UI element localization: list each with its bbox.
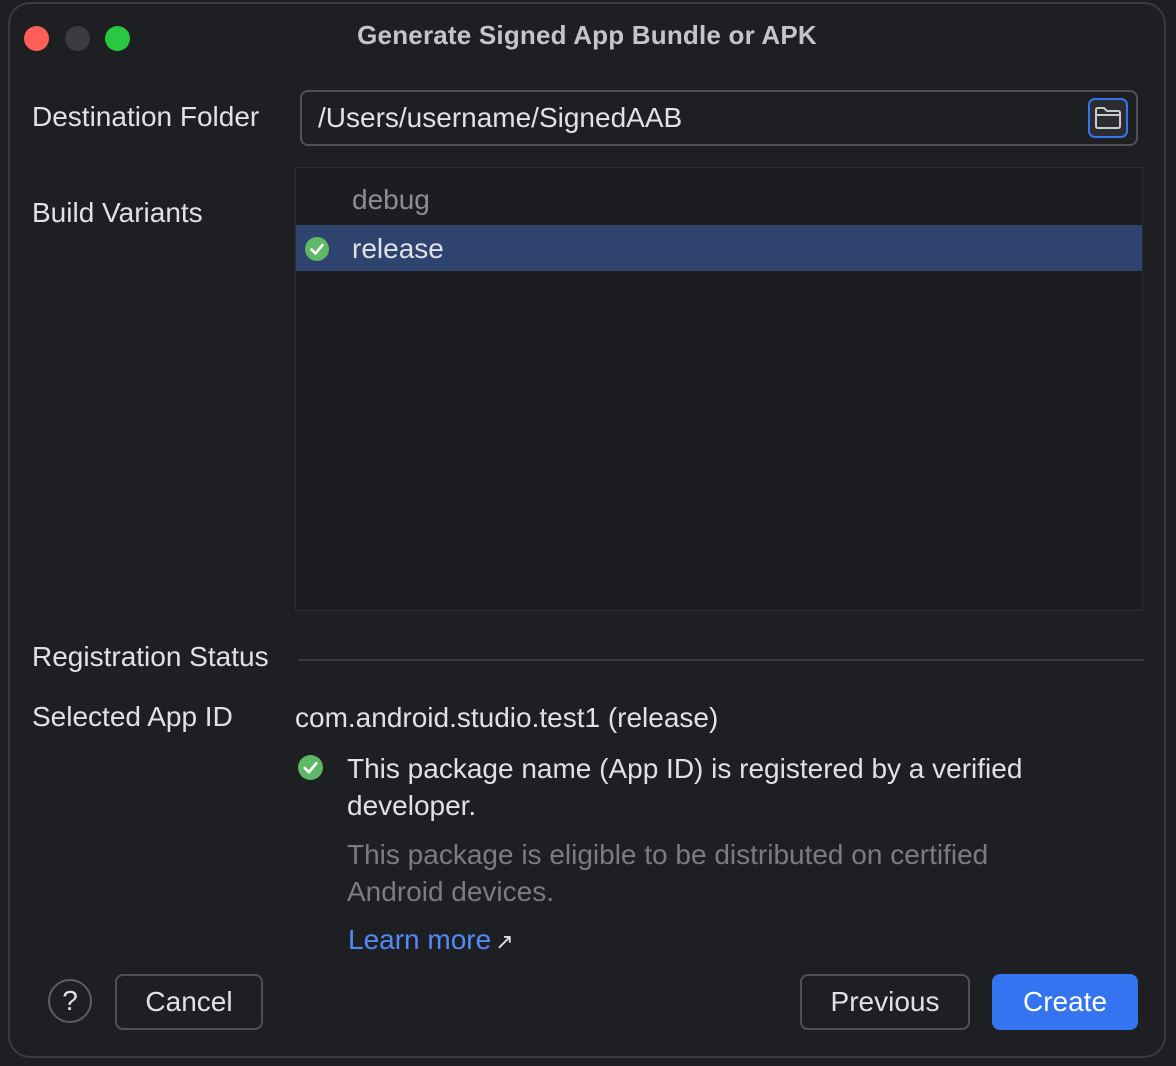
learn-more-label[interactable]: Learn more <box>348 924 491 955</box>
build-variants-label: Build Variants <box>32 197 203 228</box>
help-button[interactable]: ? <box>48 979 92 1023</box>
previous-button[interactable]: Previous <box>800 974 970 1030</box>
learn-more-link[interactable]: Learn more ↗ <box>348 924 514 956</box>
variant-label: release <box>352 233 444 264</box>
cancel-button[interactable]: Cancel <box>115 974 263 1030</box>
destination-folder-label: Destination Folder <box>32 101 260 132</box>
external-link-icon: ↗ <box>495 929 514 954</box>
variant-item-debug[interactable]: debug <box>296 176 1142 222</box>
check-circle-icon <box>305 236 329 268</box>
variant-item-release[interactable]: release <box>296 225 1142 271</box>
build-variants-list[interactable]: debug release <box>295 167 1143 611</box>
verified-check-icon <box>298 755 323 785</box>
dialog-title: Generate Signed App Bundle or APK <box>357 20 817 50</box>
verified-developer-message: This package name (App ID) is registered… <box>347 753 1023 821</box>
selected-app-id-value: com.android.studio.test1 (release) <box>295 702 719 733</box>
dialog-window: Generate Signed App Bundle or APK Destin… <box>8 2 1166 1058</box>
destination-folder-value[interactable]: /Users/username/SignedAAB <box>318 102 682 134</box>
eligibility-message: This package is eligible to be distribut… <box>347 839 989 907</box>
variant-label: debug <box>352 184 430 215</box>
destination-folder-field[interactable]: /Users/username/SignedAAB <box>300 90 1138 146</box>
registration-status-label: Registration Status <box>32 641 269 672</box>
create-button[interactable]: Create <box>992 974 1138 1030</box>
browse-folder-button[interactable] <box>1088 98 1128 138</box>
section-divider <box>298 659 1144 661</box>
selected-app-id-label: Selected App ID <box>32 701 233 732</box>
folder-icon <box>1095 107 1121 129</box>
